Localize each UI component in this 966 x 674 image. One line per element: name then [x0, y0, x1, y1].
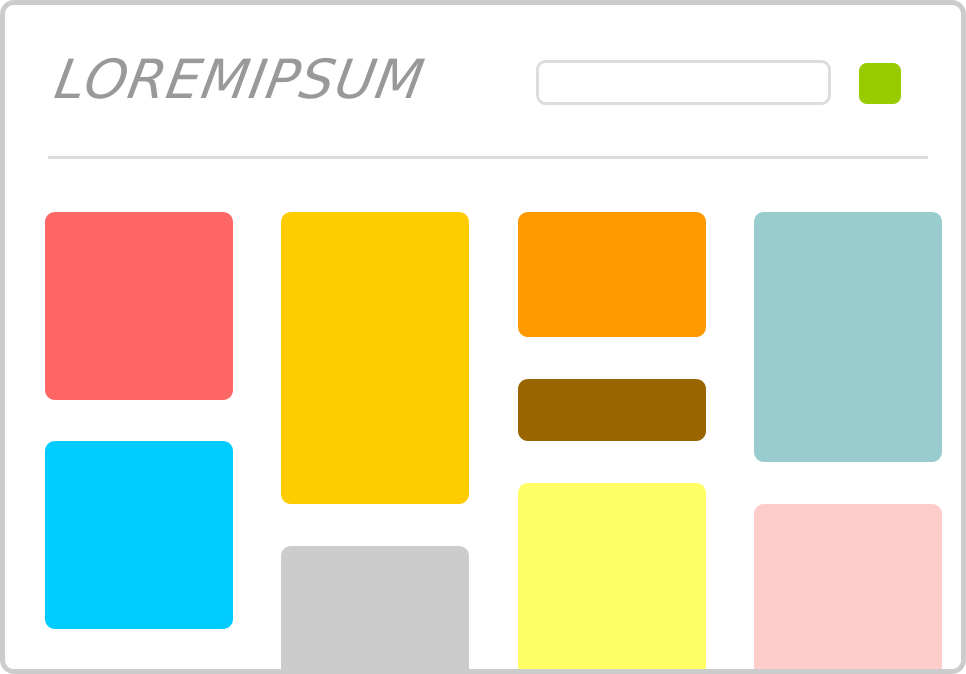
tile-teal[interactable] [754, 212, 942, 462]
tile-brown[interactable] [518, 379, 706, 441]
header-divider [48, 156, 928, 159]
site-logo[interactable]: LOREMIPSUM [50, 48, 429, 111]
search-input[interactable] [536, 60, 831, 105]
tile-gray[interactable] [281, 546, 469, 669]
tile-light-yellow[interactable] [518, 483, 706, 669]
tile-orange[interactable] [518, 212, 706, 337]
tile-pink[interactable] [754, 504, 942, 669]
browser-window: LOREMIPSUM [0, 0, 966, 674]
tile-cyan[interactable] [45, 441, 233, 629]
action-button[interactable] [859, 63, 901, 104]
tile-red[interactable] [45, 212, 233, 400]
tile-yellow[interactable] [281, 212, 469, 504]
